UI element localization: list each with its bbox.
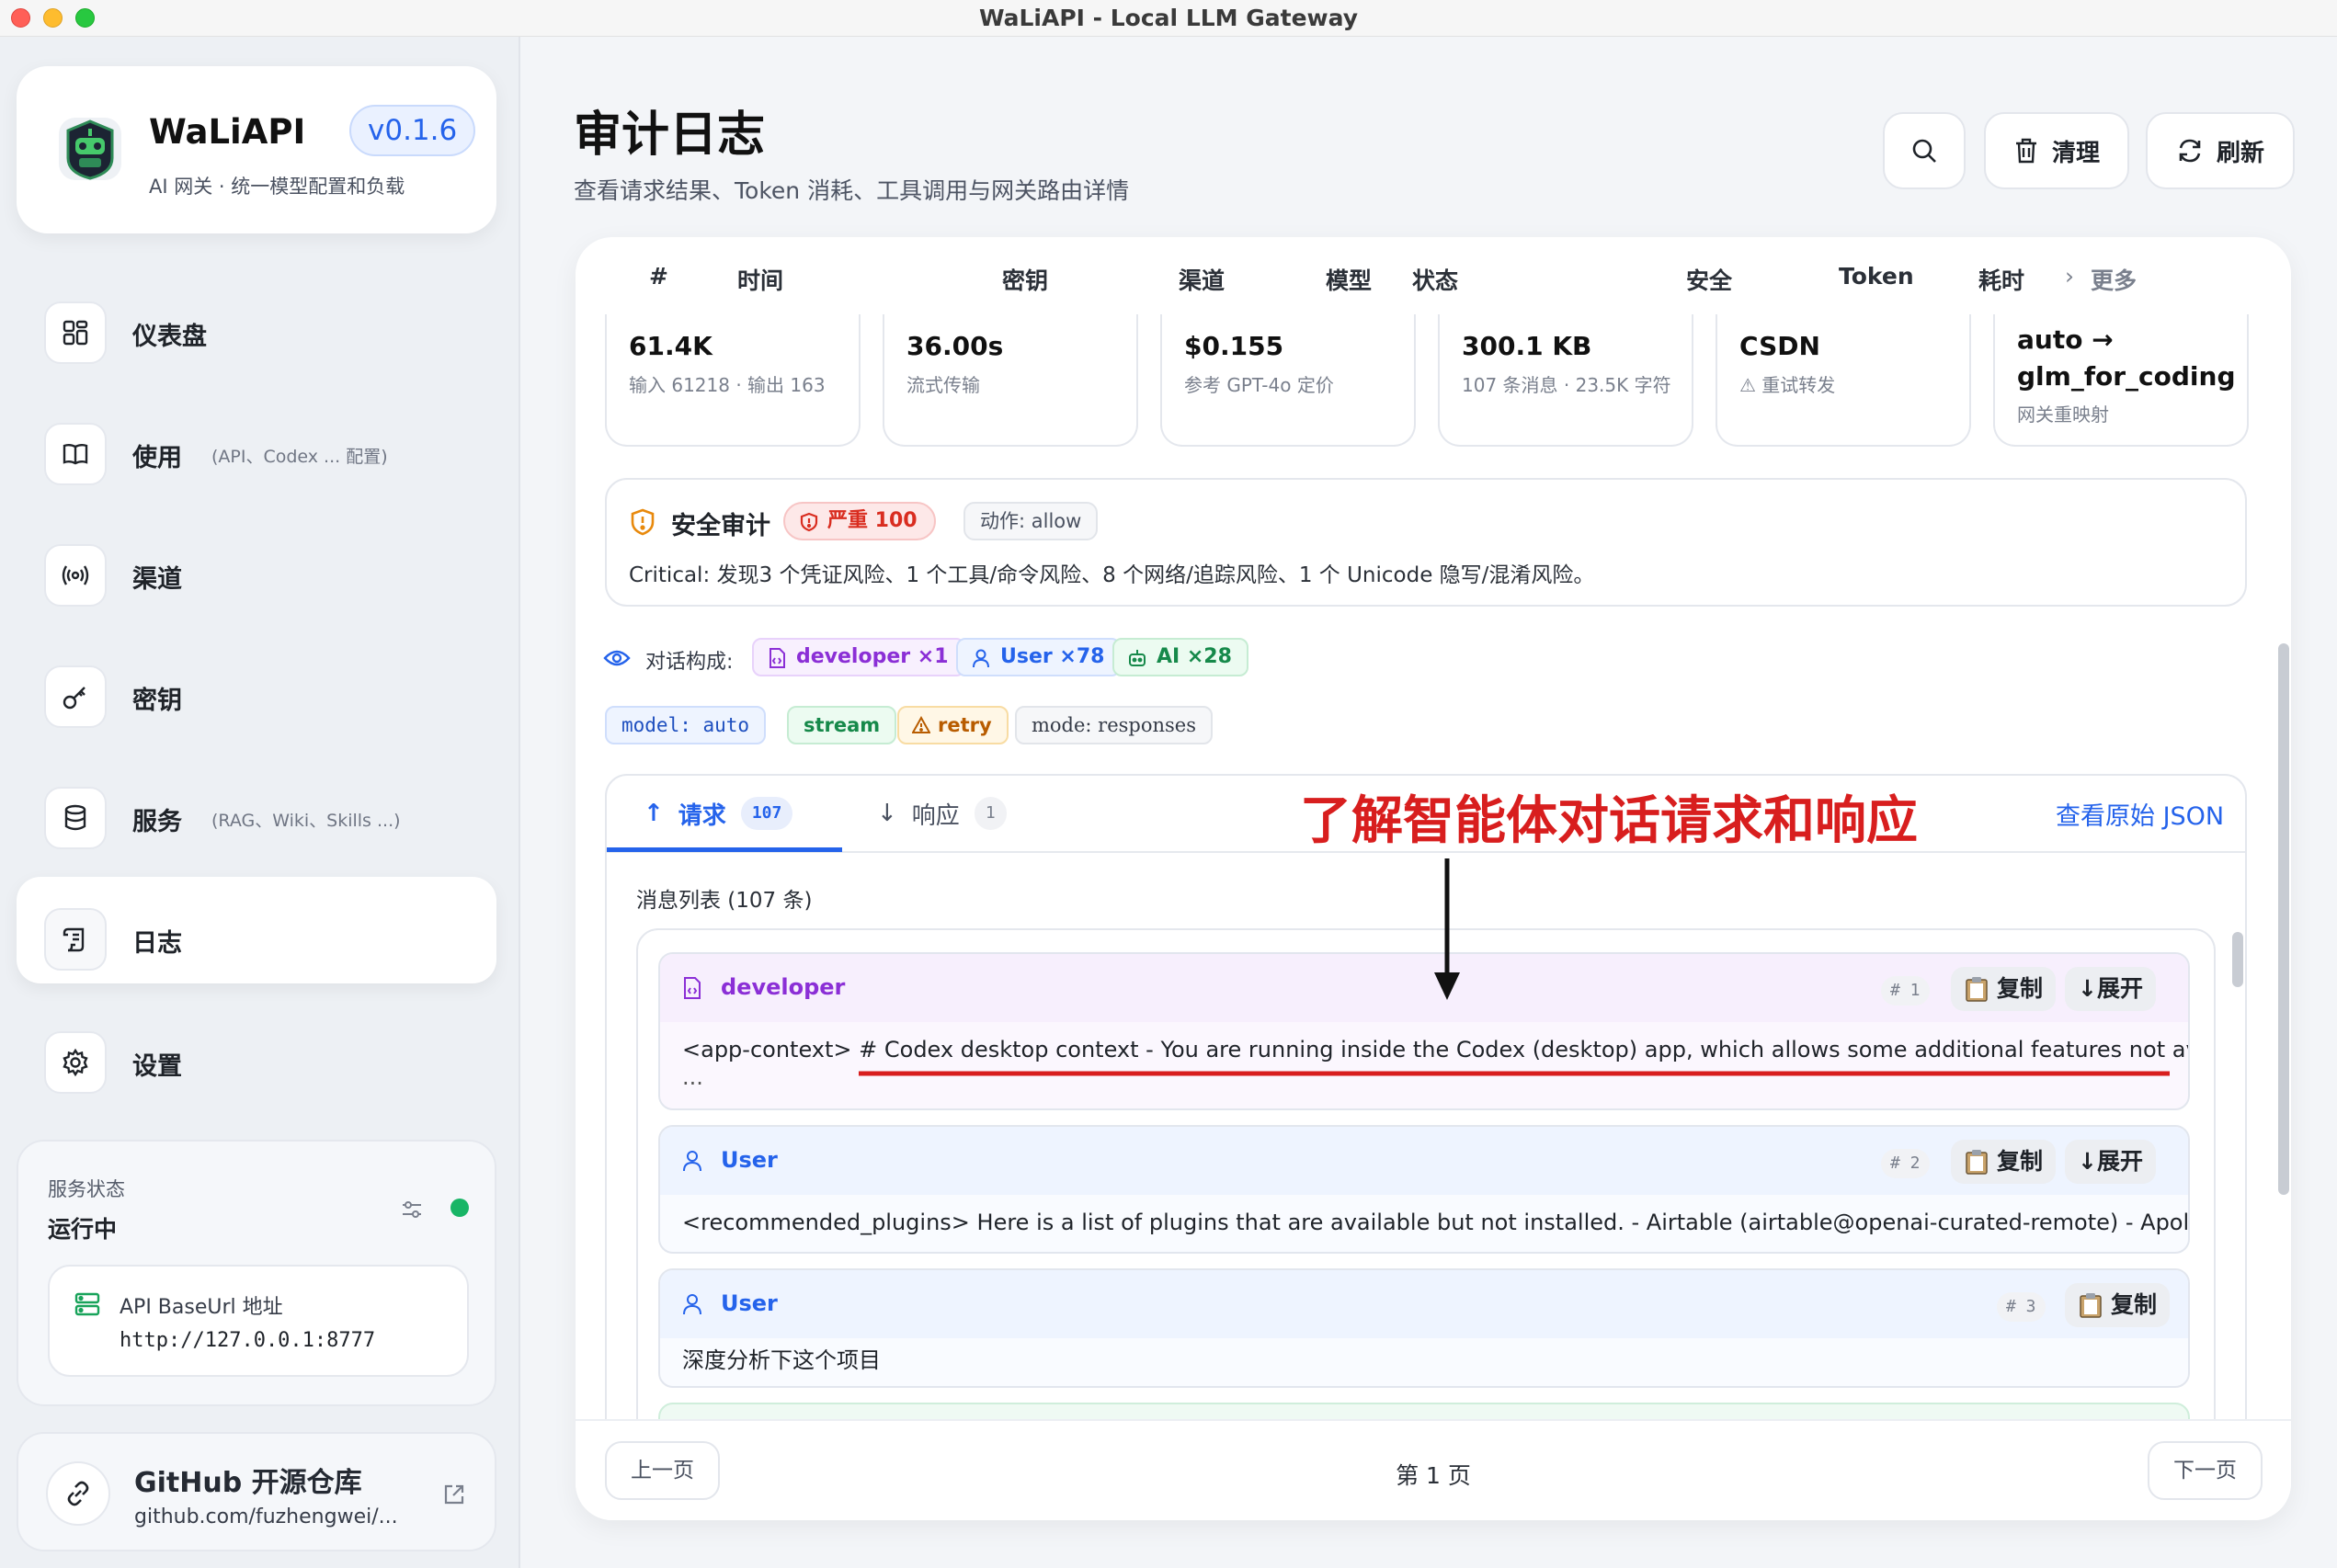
gear-icon <box>44 1031 107 1094</box>
broadcast-icon <box>44 544 107 607</box>
main-scrollbar[interactable] <box>2278 643 2289 1195</box>
nav-item-settings[interactable]: 设置 <box>17 1000 496 1107</box>
clean-label: 清理 <box>2051 139 2100 167</box>
nav-item-channels[interactable]: 渠道 <box>17 513 496 619</box>
search-button[interactable] <box>1883 112 1966 189</box>
brand-name: WaLiAPI <box>149 112 306 152</box>
sidebar: WaLiAPI v0.1.6 AI 网关 · 统一模型配置和负载 仪表盘 使用 … <box>0 37 520 1568</box>
service-status-title: 服务状态 <box>48 1178 125 1200</box>
window-title: WaLiAPI - Local LLM Gateway <box>978 5 1359 31</box>
refresh-icon <box>2179 139 2201 163</box>
page-subtitle: 查看请求结果、Token 消耗、工具调用与网关路由详情 <box>574 177 1130 204</box>
nav-item-logs[interactable]: 日志 <box>17 877 496 983</box>
scroll-icon <box>44 908 107 971</box>
api-baseurl-box[interactable]: API BaseUrl 地址 http://127.0.0.1:8777 <box>48 1265 469 1377</box>
brand-card: WaLiAPI v0.1.6 AI 网关 · 统一模型配置和负载 <box>17 66 496 233</box>
nav-label: 日志 <box>132 929 182 958</box>
book-icon <box>44 423 107 485</box>
nav-label: 密钥 <box>132 687 182 715</box>
nav-hint: (API、Codex ... 配置) <box>211 447 388 467</box>
brand-subtitle: AI 网关 · 统一模型配置和负载 <box>149 176 405 198</box>
nav-label: 服务 <box>132 808 182 836</box>
annotation-arrow <box>859 858 2170 1076</box>
window-titlebar: WaLiAPI - Local LLM Gateway <box>0 0 2337 37</box>
database-icon <box>44 787 107 849</box>
sliders-icon[interactable] <box>399 1197 425 1222</box>
nav-hint: (RAG、Wiki、Skills ...) <box>211 811 401 831</box>
refresh-button[interactable]: 刷新 <box>2146 112 2295 189</box>
link-icon <box>46 1461 110 1526</box>
key-icon <box>44 665 107 728</box>
external-link-icon <box>444 1484 464 1505</box>
version-badge: v0.1.6 <box>349 105 476 156</box>
nav-item-dashboard[interactable]: 仪表盘 <box>17 270 496 377</box>
log-detail-card: # 时间 密钥 渠道 模型 状态 安全 Token 耗时 › 更多 61.4K … <box>576 237 2291 1520</box>
github-title: GitHub 开源仓库 <box>134 1467 362 1499</box>
nav-label: 渠道 <box>132 565 182 594</box>
service-status-card: 服务状态 运行中 API BaseUrl 地址 http://127.0.0.1… <box>17 1140 496 1406</box>
nav-item-usage[interactable]: 使用 (API、Codex ... 配置) <box>17 392 496 498</box>
dashboard-icon <box>44 301 107 364</box>
search-icon <box>1912 139 1936 163</box>
api-baseurl-label: API BaseUrl 地址 <box>120 1296 283 1319</box>
nav-label: 设置 <box>132 1052 182 1081</box>
server-icon <box>74 1292 100 1316</box>
github-url: github.com/fuzhengwei/... <box>134 1506 398 1528</box>
page-title: 审计日志 <box>574 108 766 163</box>
nav-label: 使用 <box>132 444 182 472</box>
clean-button[interactable]: 清理 <box>1984 112 2129 189</box>
nav-item-services[interactable]: 服务 (RAG、Wiki、Skills ...) <box>17 756 496 862</box>
github-card[interactable]: GitHub 开源仓库 github.com/fuzhengwei/... <box>17 1432 496 1551</box>
next-page-button[interactable]: 下一页 <box>2148 1441 2263 1500</box>
nav-item-keys[interactable]: 密钥 <box>17 634 496 741</box>
api-baseurl-value: http://127.0.0.1:8777 <box>120 1329 376 1352</box>
status-online-indicator <box>450 1199 469 1217</box>
nav-label: 仪表盘 <box>132 323 207 351</box>
refresh-label: 刷新 <box>2216 139 2264 167</box>
trash-icon <box>2015 138 2036 164</box>
service-status-value: 运行中 <box>48 1216 118 1243</box>
robot-logo-icon <box>59 118 121 180</box>
pagination: 上一页 第 1 页 下一页 <box>576 1419 2291 1520</box>
page-indicator: 第 1 页 <box>1396 1462 1471 1489</box>
